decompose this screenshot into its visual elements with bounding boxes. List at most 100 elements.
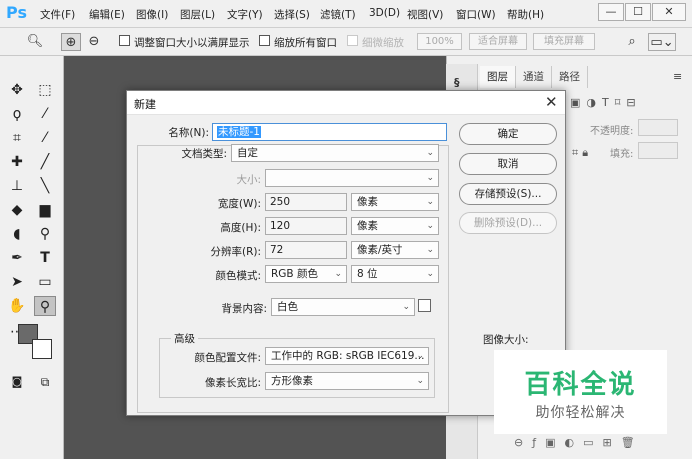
width-unit-value: 像素 [357,196,378,208]
cancel-button[interactable]: 取消 [459,153,557,175]
eraser-tool-icon[interactable]: ◆ [6,200,28,220]
name-input-selected-text: 未标题-1 [217,126,261,138]
height-unit-select[interactable]: 像素 ⌄ [351,217,439,235]
menu-filter[interactable]: 滤镜(T) [320,7,356,22]
zoom-tool-icon[interactable]: ⚲ [34,296,56,316]
pen-tool-icon[interactable]: ✒ [6,248,28,268]
tab-paths[interactable]: 路径 [552,66,588,88]
menu-type[interactable]: 文字(Y) [227,7,263,22]
layer-footer-icons[interactable]: ⊖ƒ▣◐▭⊞🗑︎ [514,436,644,449]
background-color-swatch[interactable] [32,339,52,359]
save-preset-button[interactable]: 存储预设(S)... [459,183,557,205]
scrubby-zoom-checkbox[interactable] [347,35,358,46]
menu-image[interactable]: 图像(I) [136,7,168,22]
chevron-down-icon: ⌄ [426,245,434,255]
move-tool-icon[interactable]: ✥ [6,80,28,100]
background-color-preview[interactable] [418,299,431,312]
clone-stamp-tool-icon[interactable]: ⊥ [6,176,28,196]
background-label: 背景内容: [221,303,267,315]
rectangle-tool-icon[interactable]: ▭ [34,272,56,292]
resolution-unit-select[interactable]: 像素/英寸 ⌄ [351,241,439,259]
lasso-tool-icon[interactable]: ϙ [6,104,28,124]
search-icon[interactable]: ⌕ [622,33,642,51]
zoom-100-button[interactable]: 100% [417,33,462,50]
dodge-tool-icon[interactable]: ⚲ [34,224,56,244]
opacity-label: 不透明度: [590,126,634,137]
resolution-input[interactable]: 72 [265,241,347,259]
width-unit-select[interactable]: 像素 ⌄ [351,193,439,211]
name-label: 名称(N): [168,127,209,139]
menu-file[interactable]: 文件(F) [40,7,75,22]
zoom-out-icon[interactable]: ⊖ [84,33,104,51]
chevron-down-icon: ⌄ [416,376,424,386]
fill-field[interactable] [638,142,678,159]
minimize-button[interactable]: — [598,3,624,21]
eyedropper-tool-icon[interactable]: ⁄ [34,128,56,148]
history-brush-tool-icon[interactable]: ╲ [34,176,56,196]
pixel-aspect-select[interactable]: 方形像素 ⌄ [265,372,429,390]
dialog-title: 新建 [134,98,156,111]
menu-layer[interactable]: 图层(L) [180,7,215,22]
watermark-subtitle: 助你轻松解决 [535,405,626,421]
height-label: 高度(H): [220,222,261,234]
workspace-icon[interactable]: ▭⌄ [648,33,676,51]
quick-mask-icon[interactable]: ◙ [6,372,28,392]
background-select[interactable]: 白色 ⌄ [271,298,415,316]
resize-window-checkbox[interactable] [119,35,130,46]
color-mode-select[interactable]: RGB 颜色 ⌄ [265,265,347,283]
close-window-button[interactable]: ✕ [652,3,686,21]
doc-type-select[interactable]: 自定 ⌄ [231,144,439,162]
panel-menu-icon[interactable]: ≡ [673,70,682,83]
menu-edit[interactable]: 编辑(E) [89,7,125,22]
chevron-down-icon: ⌄ [426,269,434,279]
tab-channels[interactable]: 通道 [516,66,552,88]
width-label: 宽度(W): [217,198,261,210]
restore-button[interactable]: ☐ [625,3,651,21]
fill-screen-button[interactable]: 填充屏幕 [533,33,595,50]
bit-depth-select[interactable]: 8 位 ⌄ [351,265,439,283]
hand-tool-icon[interactable]: ✋ [6,296,28,316]
menu-select[interactable]: 选择(S) [274,7,310,22]
lock-icons[interactable]: ⌗🔒︎ [572,146,592,160]
tab-layers[interactable]: 图层 [480,66,516,88]
layer-filter-icons[interactable]: ▣◑T⌑⊟ [570,96,642,109]
opacity-field[interactable] [638,119,678,136]
quick-select-tool-icon[interactable]: ⁄ [34,104,56,124]
pixel-aspect-label: 像素长宽比: [204,377,261,389]
name-input[interactable]: 未标题-1 [212,123,447,141]
dialog-close-icon[interactable]: ✕ [545,93,558,111]
blur-tool-icon[interactable]: ◖ [6,224,28,244]
zoom-tool-preset-icon[interactable]: 🔍︎⌄ [22,33,48,67]
menu-3d[interactable]: 3D(D) [369,7,400,19]
color-profile-select[interactable]: 工作中的 RGB: sRGB IEC619... ⌄ [265,347,429,365]
path-select-tool-icon[interactable]: ➤ [6,272,28,292]
screen-mode-icon[interactable]: ⧉ [34,372,56,392]
zoom-in-icon[interactable]: ⊕ [61,33,81,51]
menu-window[interactable]: 窗口(W) [456,7,496,22]
crop-tool-icon[interactable]: ⌗ [6,128,28,148]
height-input[interactable]: 120 [265,217,347,235]
resize-window-label: 调整窗口大小以满屏显示 [134,37,250,49]
marquee-tool-icon[interactable]: ⬚ [34,80,56,100]
background-value: 白色 [277,301,298,313]
brush-tool-icon[interactable]: ╱ [34,152,56,172]
type-tool-icon[interactable]: T [34,248,56,268]
zoom-all-label: 缩放所有窗口 [274,37,337,49]
menu-view[interactable]: 视图(V) [407,7,443,22]
color-mode-value: RGB 颜色 [271,268,318,280]
menu-help[interactable]: 帮助(H) [507,7,544,22]
width-input[interactable]: 250 [265,193,347,211]
healing-brush-tool-icon[interactable]: ✚ [6,152,28,172]
size-select[interactable]: ⌄ [265,169,439,187]
ok-button[interactable]: 确定 [459,123,557,145]
watermark: 百科全说 助你轻松解决 [494,350,667,434]
zoom-all-checkbox[interactable] [259,35,270,46]
doc-type-label: 文档类型: [147,146,227,161]
gradient-tool-icon[interactable]: ▆ [34,200,56,220]
app-logo: Ps [6,3,27,22]
scrubby-zoom-label: 细微缩放 [362,37,404,49]
color-profile-label: 颜色配置文件: [194,352,261,364]
history-panel-icon[interactable]: § [454,76,460,89]
fit-screen-button[interactable]: 适合屏幕 [469,33,527,50]
delete-preset-button[interactable]: 删除预设(D)... [459,212,557,234]
